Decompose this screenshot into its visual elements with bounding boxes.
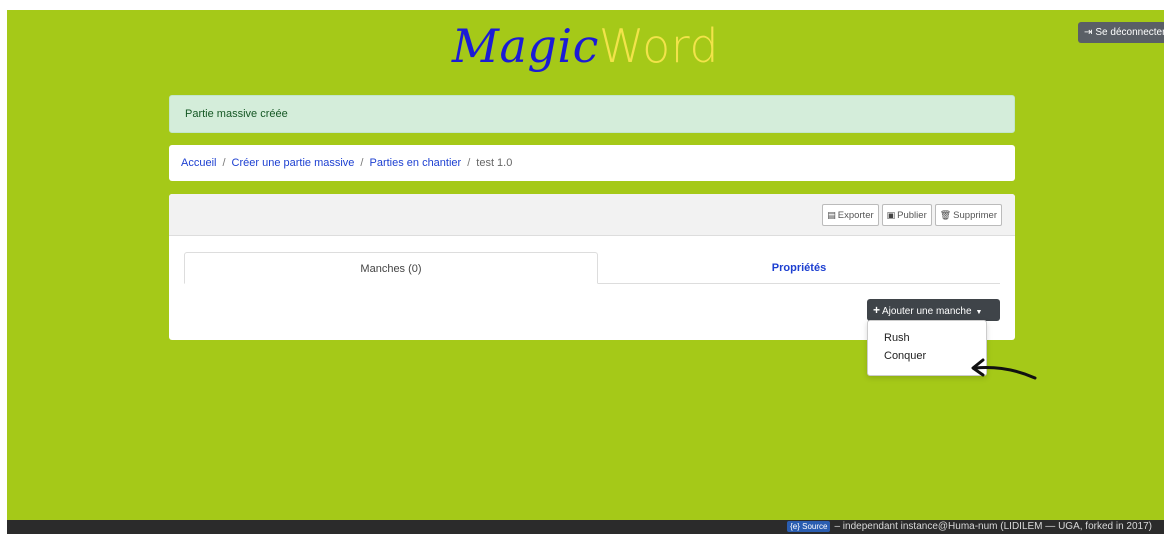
logout-button[interactable]: ⇥ Se déconnecter <box>1078 22 1164 43</box>
magicword-logo: MagicWord <box>7 18 1164 74</box>
trash-icon: 🗑 <box>939 210 952 220</box>
publish-button[interactable]: ▣ Publier <box>881 204 932 226</box>
breadcrumb-separator: / <box>360 157 364 169</box>
breadcrumb-separator: / <box>467 157 471 169</box>
breadcrumb-separator: / <box>222 157 226 169</box>
add-round-button[interactable]: + Ajouter une manche ▼ <box>867 299 1000 321</box>
alert-message: Partie massive créée <box>185 108 288 120</box>
breadcrumb-create-massive-game[interactable]: Créer une partie massive <box>232 157 355 169</box>
toolbar: ▤ Exporter ▣ Publier 🗑 Supprimer <box>822 204 1002 226</box>
success-alert: Partie massive créée <box>169 95 1015 133</box>
tab-bar: Manches (0) Propriétés <box>184 252 1000 284</box>
logo-word: Word <box>598 19 720 73</box>
publish-label: Publier <box>897 210 927 221</box>
game-card: ▤ Exporter ▣ Publier 🗑 Supprimer Manches (0… <box>169 194 1015 340</box>
caret-down-icon: ▼ <box>975 309 983 316</box>
app-background: MagicWord ⇥ Se déconnecter Partie massive… <box>7 10 1164 534</box>
breadcrumb-current: test 1.0 <box>476 157 513 169</box>
footer: {e} Source – independant instance@Huma-nu… <box>7 520 1164 534</box>
breadcrumb-home[interactable]: Accueil <box>181 157 216 169</box>
logout-label: Se déconnecter <box>1095 27 1164 38</box>
sign-out-icon: ⇥ <box>1084 27 1093 38</box>
breadcrumb: Accueil / Créer une partie massive / Parties… <box>169 145 1015 181</box>
tab-rounds[interactable]: Manches (0) <box>184 252 598 284</box>
delete-button[interactable]: 🗑 Supprimer <box>934 204 1002 226</box>
card-header: ▤ Exporter ▣ Publier 🗑 Supprimer <box>169 194 1015 236</box>
logo-magic: Magic <box>451 19 599 73</box>
plus-icon: + <box>873 303 881 317</box>
source-badge[interactable]: {e} Source <box>787 521 831 532</box>
tab-properties[interactable]: Propriétés <box>598 252 1000 284</box>
export-label: Exporter <box>837 210 874 221</box>
add-round-label: Ajouter une manche <box>882 306 972 317</box>
breadcrumb-games-in-progress[interactable]: Parties en chantier <box>369 157 461 169</box>
export-icon: ▤ <box>827 210 836 220</box>
menu-item-rush[interactable]: Rush <box>868 329 986 347</box>
footer-text: – independant instance@Huma-num (LIDILEM… <box>834 521 1152 532</box>
delete-label: Supprimer <box>953 210 997 221</box>
annotation-arrow-icon <box>971 358 1037 380</box>
clipboard-check-icon: ▣ <box>886 210 896 220</box>
export-button[interactable]: ▤ Exporter <box>822 204 879 226</box>
